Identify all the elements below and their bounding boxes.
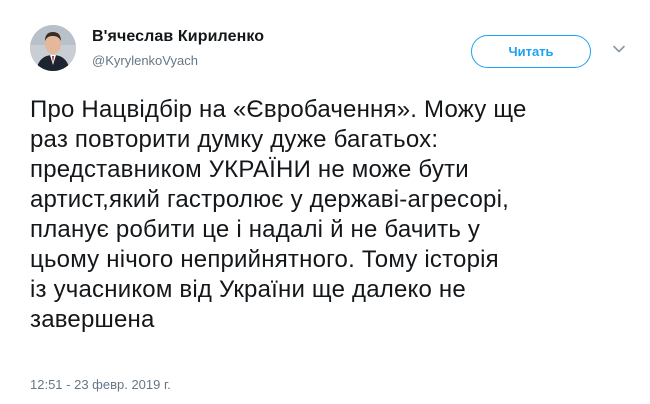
tweet-text-line: цьому нічого неприйнятного. Тому історія (30, 246, 499, 273)
author-name[interactable]: В'ячеслав Кириленко (92, 28, 264, 46)
tweet-text-line: артист,який гастролює у державі-агресорі… (30, 186, 510, 213)
tweet-text-line: представником УКРАЇНИ не може бути (30, 156, 469, 183)
author-handle[interactable]: @KyrylenkoVyach (92, 53, 198, 68)
chevron-down-icon[interactable] (612, 42, 626, 56)
avatar-image (30, 25, 76, 71)
avatar[interactable] (30, 25, 76, 71)
tweet-text-line: Про Нацвідбір на «Євробачення». Можу ще (30, 96, 527, 123)
tweet-text-line: раз повторити думку дуже багатьох: (30, 126, 439, 153)
tweet-text-line: із учасником від України ще далеко не (30, 276, 466, 303)
follow-button[interactable]: Читать (471, 35, 591, 68)
tweet-text-line: завершена (30, 306, 155, 333)
tweet-timestamp[interactable]: 12:51 - 23 февр. 2019 г. (30, 377, 171, 392)
tweet-text-line: планує робити це і надалі й не бачить у (30, 216, 481, 243)
tweet-card: В'ячеслав Кириленко @KyrylenkoVyach Чита… (0, 0, 650, 404)
tweet-text: Про Нацвідбір на «Євробачення». Можу ще … (30, 95, 620, 335)
